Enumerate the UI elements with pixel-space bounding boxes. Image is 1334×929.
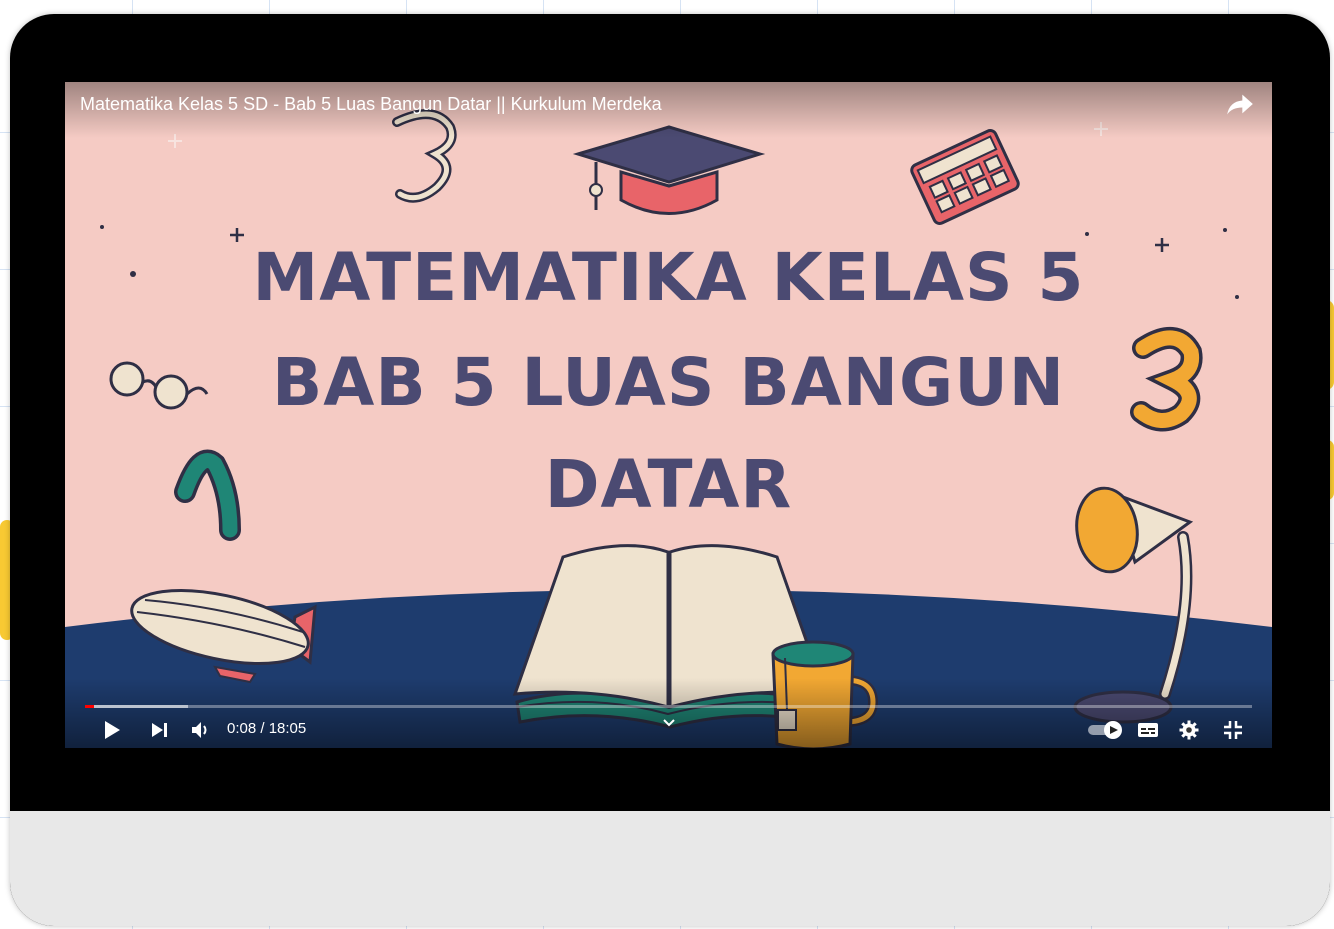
progress-played — [85, 705, 94, 708]
exit-fullscreen-icon[interactable] — [1223, 720, 1243, 740]
volume-icon[interactable] — [191, 721, 211, 739]
star-dot — [1085, 232, 1089, 236]
thumbnail-headline-line-1: MATEMATIKA KELAS 5 — [252, 239, 1085, 316]
autoplay-toggle-icon[interactable] — [1087, 720, 1123, 740]
video-title[interactable]: Matematika Kelas 5 SD - Bab 5 Luas Bangu… — [80, 94, 662, 115]
video-player[interactable]: MATEMATIKA KELAS 5 BAB 5 LUAS BANGUN DAT… — [65, 82, 1272, 748]
thumbnail-headline-line-2: BAB 5 LUAS BANGUN — [271, 344, 1066, 421]
progress-bar[interactable] — [85, 705, 1252, 708]
next-icon[interactable] — [151, 722, 169, 738]
thumbnail-headline-line-3: DATAR — [544, 446, 793, 523]
player-controls: 0:08 / 18:05 — [65, 678, 1272, 748]
plus-sparkle — [230, 228, 244, 242]
time-display: 0:08 / 18:05 — [227, 720, 307, 737]
star-dot — [1223, 228, 1227, 232]
gear-icon[interactable] — [1179, 720, 1199, 740]
video-title-bar: Matematika Kelas 5 SD - Bab 5 Luas Bangu… — [65, 82, 1272, 138]
subtitles-icon[interactable] — [1137, 722, 1159, 738]
star-dot — [100, 225, 104, 229]
play-icon[interactable] — [103, 720, 121, 740]
monitor-frame: MATEMATIKA KELAS 5 BAB 5 LUAS BANGUN DAT… — [10, 14, 1330, 926]
progress-buffered — [85, 705, 188, 708]
chevron-down-icon[interactable] — [661, 716, 677, 730]
share-icon[interactable] — [1226, 92, 1254, 116]
calculator-illustration — [910, 129, 1020, 225]
monitor-chin — [10, 811, 1330, 926]
graduation-cap-tassel — [589, 183, 603, 197]
